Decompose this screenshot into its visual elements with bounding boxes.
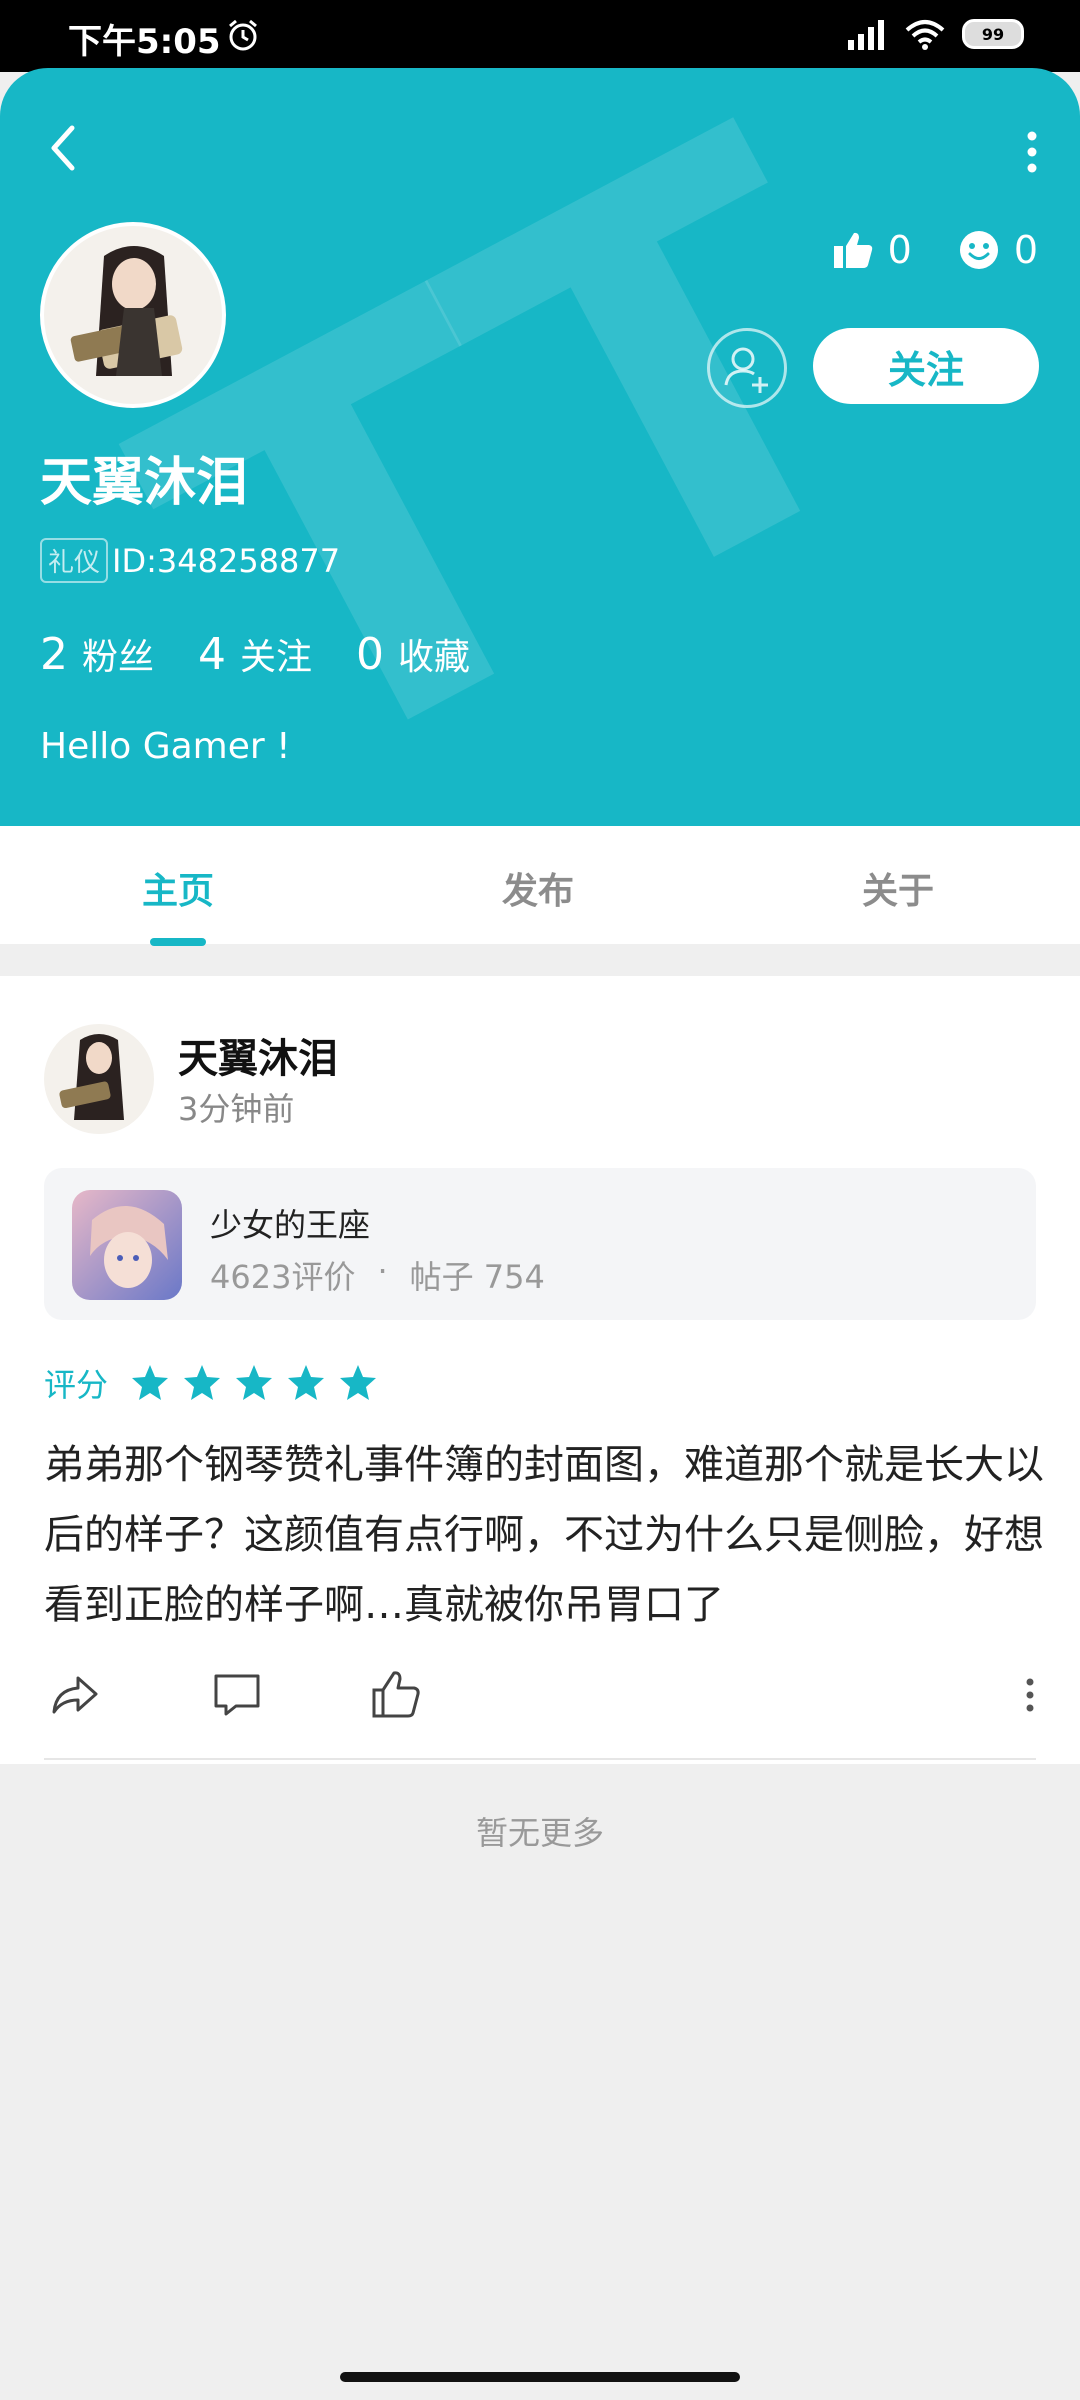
game-name: 少女的王座 bbox=[210, 1206, 371, 1244]
favorites-label: 收藏 bbox=[398, 637, 471, 678]
status-icons: 99 bbox=[846, 18, 1024, 50]
profile-tabs: 主页 发布 关于 bbox=[0, 826, 1080, 946]
post-avatar-image bbox=[44, 1024, 154, 1134]
etiquette-badge: 礼仪 bbox=[40, 538, 109, 583]
profile-bio: Hello Gamer ! bbox=[40, 726, 291, 767]
star-icon bbox=[288, 1365, 325, 1400]
profile-username: 天翼沐泪 bbox=[40, 453, 249, 513]
game-stats-separator: · bbox=[377, 1252, 388, 1290]
comment-icon[interactable] bbox=[210, 1668, 264, 1722]
following-number: 4 bbox=[198, 629, 227, 680]
tab-home[interactable]: 主页 bbox=[142, 862, 214, 914]
likes-count: 0 bbox=[887, 228, 912, 272]
game-posts: 帖子 754 bbox=[409, 1258, 545, 1296]
star-icon bbox=[184, 1365, 221, 1400]
favorites-number: 0 bbox=[356, 629, 385, 680]
star-icon bbox=[132, 1365, 169, 1400]
tab-posts[interactable]: 发布 bbox=[502, 862, 574, 914]
post-time: 3分钟前 bbox=[178, 1090, 295, 1128]
profile-counts: 2 粉丝 4 关注 0 收藏 bbox=[40, 628, 470, 680]
game-link-card[interactable]: 少女的王座 4623评价 · 帖子 754 bbox=[44, 1168, 1036, 1320]
star-icon bbox=[340, 1365, 377, 1400]
rating-label: 评分 bbox=[44, 1366, 109, 1404]
rating-row: 评分 bbox=[44, 1360, 378, 1406]
fans-label: 粉丝 bbox=[82, 637, 155, 678]
like-icon[interactable] bbox=[370, 1668, 424, 1722]
no-more-text: 暂无更多 bbox=[475, 1814, 604, 1852]
game-cover-image bbox=[72, 1190, 182, 1300]
user-id-row: 礼仪 ID:348258877 bbox=[40, 538, 340, 583]
avatar[interactable] bbox=[40, 222, 226, 408]
wifi-icon bbox=[905, 20, 945, 50]
smile-icon bbox=[959, 231, 998, 269]
post-text[interactable]: 弟弟那个钢琴赞礼事件簿的封面图，难道那个就是长大以后的样子？这颜值有点行啊，不过… bbox=[44, 1430, 1044, 1640]
battery-icon: 99 bbox=[962, 19, 1024, 49]
thumbs-up-icon bbox=[833, 232, 872, 268]
home-indicator[interactable] bbox=[340, 2372, 740, 2382]
card-divider bbox=[44, 1758, 1036, 1760]
smiles-stat[interactable]: 0 bbox=[958, 228, 1038, 272]
post-more-icon[interactable] bbox=[1010, 1668, 1050, 1722]
signal-icon bbox=[848, 20, 884, 50]
alarm-icon bbox=[229, 19, 257, 51]
avatar-image bbox=[44, 226, 222, 404]
fans-count[interactable]: 2 粉丝 bbox=[40, 628, 154, 680]
status-time: 下午5:05 bbox=[68, 22, 221, 62]
active-tab-indicator bbox=[150, 938, 206, 946]
back-icon[interactable] bbox=[40, 118, 84, 178]
post-author-avatar[interactable] bbox=[44, 1024, 154, 1134]
follow-button[interactable]: 关注 bbox=[813, 328, 1039, 404]
following-label: 关注 bbox=[240, 637, 313, 678]
reactions-summary: 0 0 bbox=[832, 228, 1038, 272]
game-icon bbox=[72, 1190, 182, 1300]
following-count[interactable]: 4 关注 bbox=[198, 628, 312, 680]
post-author-name[interactable]: 天翼沐泪 bbox=[178, 1026, 338, 1084]
more-options-icon[interactable] bbox=[1012, 122, 1052, 182]
star-icon bbox=[236, 1365, 273, 1400]
share-icon[interactable] bbox=[48, 1668, 102, 1722]
likes-stat[interactable]: 0 bbox=[832, 228, 912, 272]
game-stats: 4623评价 · 帖子 754 bbox=[210, 1252, 545, 1298]
status-bar: 下午5:05 99 bbox=[0, 0, 1080, 72]
post-actions bbox=[0, 1668, 1080, 1738]
profile-header: TT 0 0 关注 天翼沐泪 礼仪 ID:348258877 2 粉丝 4 关注… bbox=[0, 68, 1080, 826]
game-reviews: 4623评价 bbox=[210, 1258, 356, 1296]
user-id: ID:348258877 bbox=[112, 541, 341, 580]
add-friend-button[interactable] bbox=[707, 328, 787, 408]
smiles-count: 0 bbox=[1013, 228, 1038, 272]
fans-number: 2 bbox=[40, 629, 68, 680]
favorites-count[interactable]: 0 收藏 bbox=[356, 628, 470, 680]
add-user-icon bbox=[724, 347, 768, 393]
post-card[interactable]: 天翼沐泪 3分钟前 少女的王座 4623评价 · 帖子 754 评分 弟弟那个钢… bbox=[0, 976, 1080, 1764]
tab-about[interactable]: 关于 bbox=[862, 862, 934, 914]
